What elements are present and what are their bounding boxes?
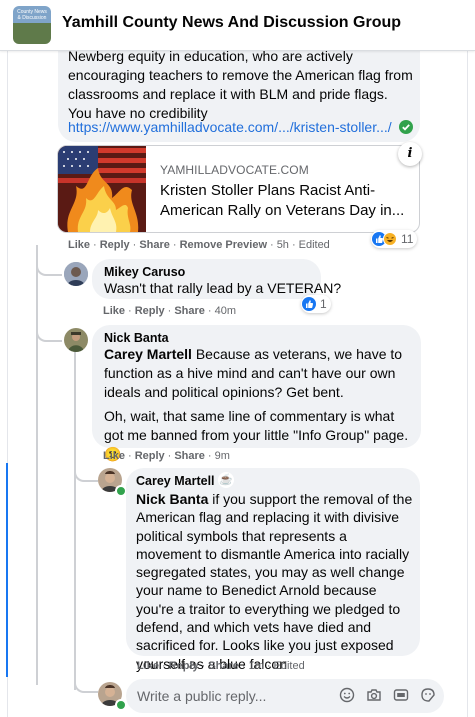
top-fan-badge-icon: ☕ [218, 472, 234, 488]
remove-preview-action[interactable]: Remove Preview [180, 239, 267, 251]
reaction-summary[interactable]: 1 [301, 295, 331, 313]
article-link[interactable]: https://www.yamhilladvocate.com/.../kris… [68, 119, 392, 135]
composer-tools [339, 687, 436, 703]
like-action[interactable]: Like [137, 660, 159, 672]
haha-reaction-icon [383, 232, 397, 246]
comment-author[interactable]: Nick Banta [104, 330, 169, 346]
comment-time[interactable]: 5h [277, 239, 289, 251]
comment-link-row: https://www.yamhilladvocate.com/.../kris… [68, 118, 413, 137]
link-preview-card[interactable]: YAMHILLADVOCATE.COM Kristen Stoller Plan… [57, 145, 420, 233]
comment-time[interactable]: 9m [215, 450, 230, 462]
comment-actions: Like · Reply · Share · 9m [103, 450, 230, 462]
thread-connector [36, 322, 62, 342]
comment-bubble: Carey Martell ☕ Nick Banta if you suppor… [126, 468, 420, 672]
thread-line [74, 352, 76, 690]
reply-action[interactable]: Reply [135, 305, 165, 317]
like-reaction-icon [302, 297, 316, 311]
right-rail [467, 0, 468, 717]
comment-bubble: Mikey Caruso Wasn't that rally lead by a… [92, 259, 341, 299]
thumb-caption: County News & Discussion [17, 9, 47, 21]
comment-actions: Like · Reply · Share · 1m · Edited [137, 660, 305, 672]
comment-actions: Like · Reply · Share · Remove Preview · 5h · Edite… [68, 239, 330, 251]
share-action[interactable]: Share [174, 305, 205, 317]
gif-icon[interactable] [393, 687, 409, 703]
comment-paragraph: Nick Banta if you support the removal of… [136, 490, 416, 673]
tagged-user[interactable]: Carey Martell [104, 346, 192, 362]
reaction-count: 11 [401, 232, 414, 246]
active-thread-indicator [6, 463, 8, 677]
reply-action[interactable]: Reply [135, 450, 165, 462]
thread-connector [74, 673, 98, 693]
comment-actions: Like · Reply · Share · 40m [103, 305, 236, 317]
comment-time[interactable]: 1m [249, 660, 264, 672]
sticker-icon[interactable] [420, 687, 436, 703]
camera-icon[interactable] [366, 687, 382, 703]
like-action[interactable]: Like [68, 239, 90, 251]
thread-connector [74, 462, 98, 482]
reaction-count: 1 [320, 297, 327, 311]
group-cover-thumbnail[interactable]: County News & Discussion [13, 6, 51, 44]
share-action[interactable]: Share [139, 239, 170, 251]
comment-bubble: Newberg equity in education, who are act… [58, 38, 420, 142]
like-action[interactable]: Like [103, 305, 125, 317]
comment-bubble: Nick Banta Carey Martell Because as vete… [92, 325, 421, 462]
avatar[interactable] [64, 262, 88, 286]
comment-feed: Newberg equity in education, who are act… [0, 0, 475, 717]
reply-action[interactable]: Reply [169, 660, 199, 672]
flag-burning-thumbnail [58, 146, 146, 232]
preview-title: Kristen Stoller Plans Racist Anti-Americ… [160, 182, 405, 219]
info-icon[interactable]: i [398, 142, 422, 166]
tagged-user[interactable]: Nick Banta [136, 491, 208, 507]
thread-connector [36, 262, 62, 276]
comment-author[interactable]: Mikey Caruso [104, 264, 185, 280]
reply-placeholder: Write a public reply... [137, 688, 267, 704]
reaction-summary[interactable]: 11 [371, 230, 418, 248]
emoji-icon[interactable] [339, 687, 355, 703]
reply-action[interactable]: Reply [100, 239, 130, 251]
edited-label: Edited [298, 239, 330, 251]
online-status-dot [115, 699, 127, 711]
comment-text: if you support the removal of the Americ… [136, 491, 413, 672]
edited-label: Edited [273, 660, 305, 672]
avatar[interactable] [64, 328, 88, 352]
share-action[interactable]: Share [174, 450, 205, 462]
like-action[interactable]: Like [103, 450, 125, 462]
preview-domain: YAMHILLADVOCATE.COM [160, 163, 309, 177]
thread-line [36, 245, 38, 685]
group-title[interactable]: Yamhill County News And Discussion Group [62, 14, 401, 32]
reply-input[interactable]: Write a public reply... [126, 679, 444, 713]
comment-text: Newberg equity in education, who are act… [68, 48, 413, 121]
share-action[interactable]: Share [208, 660, 239, 672]
group-header: County News & Discussion Yamhill County … [0, 0, 475, 51]
verified-check-icon [398, 120, 413, 134]
comment-paragraph: Carey Martell Because as veterans, we ha… [104, 345, 414, 402]
comment-author[interactable]: Carey Martell [136, 473, 215, 489]
comment-time[interactable]: 40m [215, 305, 236, 317]
